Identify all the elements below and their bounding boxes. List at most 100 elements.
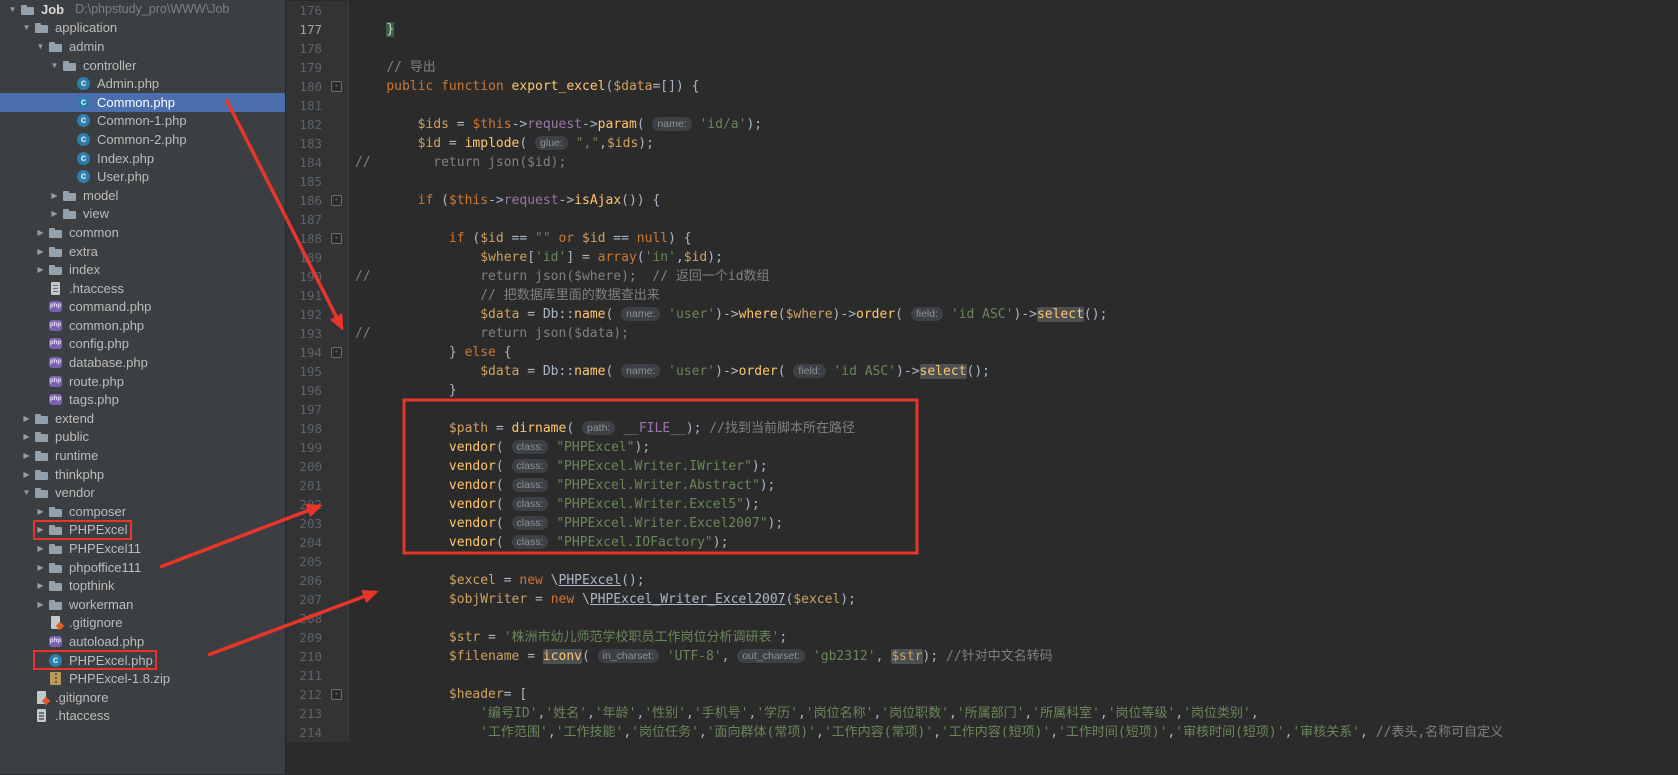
- tree-item-vendor[interactable]: ▼ vendor: [0, 483, 285, 502]
- fold-marker-icon[interactable]: -: [331, 233, 342, 244]
- chevron-collapsed-icon[interactable]: ▶: [48, 209, 61, 218]
- tree-item-common[interactable]: ▶ common: [0, 223, 285, 242]
- code-line-195[interactable]: 195 $data = Db::name( name: 'user')->ord…: [286, 362, 1678, 381]
- code-line-197[interactable]: 197: [286, 400, 1678, 419]
- chevron-collapsed-icon[interactable]: ▶: [34, 563, 47, 572]
- chevron-collapsed-icon[interactable]: ▶: [48, 191, 61, 200]
- tree-item-application[interactable]: ▼ application: [0, 19, 285, 38]
- code-line-178[interactable]: 178: [286, 39, 1678, 58]
- code-line-186[interactable]: 186- if ($this->request->isAjax()) {: [286, 191, 1678, 210]
- chevron-collapsed-icon[interactable]: ▶: [34, 265, 47, 274]
- code-line-203[interactable]: 203 vendor( class: "PHPExcel.Writer.Exce…: [286, 514, 1678, 533]
- code-line-213[interactable]: 213 '编号ID','姓名','年龄','性别','手机号','学历','岗位…: [286, 704, 1678, 723]
- code-line-214[interactable]: 214 '工作范围','工作技能','岗位任务','面向群体(常项)','工作内…: [286, 723, 1678, 742]
- code-line-191[interactable]: 191 // 把数据库里面的数据查出来: [286, 286, 1678, 305]
- code-line-185[interactable]: 185: [286, 172, 1678, 191]
- chevron-collapsed-icon[interactable]: ▶: [34, 507, 47, 516]
- tree-item-phpoffice111[interactable]: ▶ phpoffice111: [0, 558, 285, 577]
- code-line-199[interactable]: 199 vendor( class: "PHPExcel");: [286, 438, 1678, 457]
- chevron-collapsed-icon[interactable]: ▶: [34, 600, 47, 609]
- code-line-212[interactable]: 212- $header= [: [286, 685, 1678, 704]
- code-line-184[interactable]: 184 // return json($id);: [286, 153, 1678, 172]
- tree-item-topthink[interactable]: ▶ topthink: [0, 576, 285, 595]
- tree-item-config-php[interactable]: config.php: [0, 335, 285, 354]
- tree-item-phpexcel-php[interactable]: PHPExcel.php: [0, 649, 285, 671]
- fold-marker-icon[interactable]: -: [331, 81, 342, 92]
- tree-item-gitignore[interactable]: .gitignore: [0, 688, 285, 707]
- chevron-collapsed-icon[interactable]: ▶: [34, 581, 47, 590]
- chevron-expanded-icon[interactable]: ▼: [48, 61, 61, 70]
- tree-item-phpexcel[interactable]: ▶ PHPExcel: [0, 519, 285, 541]
- code-line-205[interactable]: 205: [286, 552, 1678, 571]
- tree-item-controller[interactable]: ▼ controller: [0, 56, 285, 75]
- chevron-collapsed-icon[interactable]: ▶: [34, 525, 47, 534]
- tree-item-phpexcel11[interactable]: ▶ PHPExcel11: [0, 539, 285, 558]
- code-line-192[interactable]: 192 $data = Db::name( name: 'user')->whe…: [286, 305, 1678, 324]
- code-line-200[interactable]: 200 vendor( class: "PHPExcel.Writer.IWri…: [286, 457, 1678, 476]
- tree-item-htaccess[interactable]: .htaccess: [0, 707, 285, 726]
- code-line-182[interactable]: 182 $ids = $this->request->param( name: …: [286, 115, 1678, 134]
- code-line-209[interactable]: 209 $str = '株洲市幼儿师范学校职员工作岗位分析调研表';: [286, 628, 1678, 647]
- code-line-180[interactable]: 180- public function export_excel($data=…: [286, 77, 1678, 96]
- code-line-202[interactable]: 202 vendor( class: "PHPExcel.Writer.Exce…: [286, 495, 1678, 514]
- code-line-206[interactable]: 206 $excel = new \PHPExcel();: [286, 571, 1678, 590]
- tree-item-view[interactable]: ▶ view: [0, 205, 285, 224]
- tree-item-thinkphp[interactable]: ▶ thinkphp: [0, 465, 285, 484]
- code-line-193[interactable]: 193 // return json($data);: [286, 324, 1678, 343]
- chevron-collapsed-icon[interactable]: ▶: [20, 414, 33, 423]
- tree-item-user-php[interactable]: User.php: [0, 167, 285, 186]
- chevron-collapsed-icon[interactable]: ▶: [20, 432, 33, 441]
- tree-item-common-php[interactable]: common.php: [0, 316, 285, 335]
- tree-item-public[interactable]: ▶ public: [0, 428, 285, 447]
- code-line-188[interactable]: 188- if ($id == "" or $id == null) {: [286, 229, 1678, 248]
- tree-item-admin-php[interactable]: Admin.php: [0, 74, 285, 93]
- tree-item-autoload-php[interactable]: autoload.php: [0, 632, 285, 651]
- tree-item-route-php[interactable]: route.php: [0, 372, 285, 391]
- code-line-198[interactable]: 198 $path = dirname( path: __FILE__); //…: [286, 419, 1678, 438]
- code-line-190[interactable]: 190 // return json($where); // 返回一个id数组: [286, 267, 1678, 286]
- tree-item-tags-php[interactable]: tags.php: [0, 390, 285, 409]
- chevron-collapsed-icon[interactable]: ▶: [34, 228, 47, 237]
- code-line-204[interactable]: 204 vendor( class: "PHPExcel.IOFactory")…: [286, 533, 1678, 552]
- tree-item-common-2-php[interactable]: Common-2.php: [0, 130, 285, 149]
- chevron-collapsed-icon[interactable]: ▶: [20, 451, 33, 460]
- code-line-196[interactable]: 196 }: [286, 381, 1678, 400]
- code-line-210[interactable]: 210 $filename = iconv( in_charset: 'UTF-…: [286, 647, 1678, 666]
- chevron-expanded-icon[interactable]: ▼: [20, 23, 33, 32]
- tree-item-htaccess[interactable]: .htaccess: [0, 279, 285, 298]
- code-line-211[interactable]: 211: [286, 666, 1678, 685]
- tree-item-extra[interactable]: ▶ extra: [0, 242, 285, 261]
- code-line-208[interactable]: 208: [286, 609, 1678, 628]
- chevron-collapsed-icon[interactable]: ▶: [34, 247, 47, 256]
- fold-marker-icon[interactable]: -: [331, 195, 342, 206]
- tree-item-runtime[interactable]: ▶ runtime: [0, 446, 285, 465]
- chevron-collapsed-icon[interactable]: ▶: [34, 544, 47, 553]
- code-line-201[interactable]: 201 vendor( class: "PHPExcel.Writer.Abst…: [286, 476, 1678, 495]
- tree-item-index-php[interactable]: Index.php: [0, 149, 285, 168]
- tree-item-phpexcel-1-8-zip[interactable]: PHPExcel-1.8.zip: [0, 669, 285, 688]
- tree-item-composer[interactable]: ▶ composer: [0, 502, 285, 521]
- chevron-collapsed-icon[interactable]: ▶: [20, 470, 33, 479]
- tree-item-model[interactable]: ▶ model: [0, 186, 285, 205]
- tree-item-common-php[interactable]: Common.php: [0, 92, 285, 112]
- tree-item-command-php[interactable]: command.php: [0, 298, 285, 317]
- tree-item-job[interactable]: ▼ Job D:\phpstudy_pro\WWW\Job: [0, 0, 285, 19]
- code-line-181[interactable]: 181: [286, 96, 1678, 115]
- tree-item-admin[interactable]: ▼ admin: [0, 37, 285, 56]
- tree-item-gitignore[interactable]: .gitignore: [0, 614, 285, 633]
- chevron-expanded-icon[interactable]: ▼: [34, 42, 47, 51]
- code-line-187[interactable]: 187: [286, 210, 1678, 229]
- chevron-expanded-icon[interactable]: ▼: [20, 488, 33, 497]
- code-line-179[interactable]: 179 // 导出: [286, 58, 1678, 77]
- fold-marker-icon[interactable]: -: [331, 347, 342, 358]
- fold-marker-icon[interactable]: -: [331, 689, 342, 700]
- code-line-207[interactable]: 207 $objWriter = new \PHPExcel_Writer_Ex…: [286, 590, 1678, 609]
- tree-item-index[interactable]: ▶ index: [0, 260, 285, 279]
- tree-item-extend[interactable]: ▶ extend: [0, 409, 285, 428]
- code-line-177[interactable]: 177 }: [286, 20, 1678, 39]
- chevron-expanded-icon[interactable]: ▼: [6, 5, 19, 14]
- tree-item-workerman[interactable]: ▶ workerman: [0, 595, 285, 614]
- tree-item-database-php[interactable]: database.php: [0, 353, 285, 372]
- code-line-194[interactable]: 194- } else {: [286, 343, 1678, 362]
- tree-item-common-1-php[interactable]: Common-1.php: [0, 112, 285, 131]
